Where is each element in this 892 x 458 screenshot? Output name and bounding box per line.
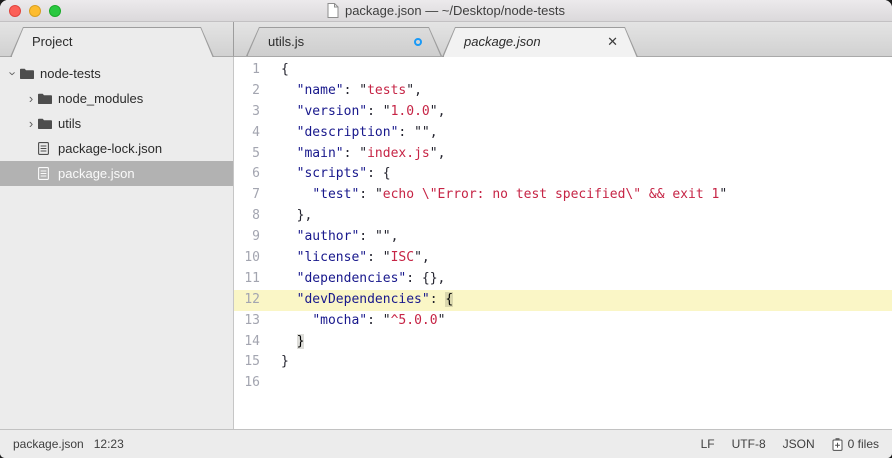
tree-item-label: package.json (58, 166, 135, 181)
code-text: "dependencies": {}, (296, 270, 446, 286)
files-count-group[interactable]: 0 files (832, 437, 879, 451)
tab-label: utils.js (268, 34, 305, 49)
status-bar: package.json 12:23 LF UTF-8 JSON 0 files (0, 429, 892, 458)
code-text: "main": "index.js", (296, 145, 446, 161)
line-number: 5 (252, 145, 260, 161)
tree-item-label: node_modules (58, 91, 144, 106)
line-number: 14 (244, 333, 260, 349)
line-number: 9 (252, 229, 260, 245)
encoding-indicator[interactable]: UTF-8 (732, 437, 766, 451)
line-number: 1 (252, 62, 260, 77)
tree-item-label: package-lock.json (58, 141, 163, 156)
code-line[interactable]: 15} (234, 352, 892, 373)
tree-item-utils[interactable]: › utils (0, 111, 233, 136)
chevron-right-icon[interactable]: › (24, 116, 38, 131)
tree-item-node-tests[interactable]: › node-tests (0, 61, 233, 86)
code-text: } (281, 354, 289, 370)
tree-item-package-lock.json[interactable]: package-lock.json (0, 136, 233, 161)
tab-package-json[interactable]: package.json ✕ (442, 27, 638, 57)
code-lines: 1{2 "name": "tests", 3 "version": "1.0.0"… (234, 60, 892, 394)
document-icon (327, 3, 339, 18)
traffic-lights (9, 5, 61, 17)
code-line[interactable]: 1{ (234, 60, 892, 81)
code-line[interactable]: 11 "dependencies": {}, (234, 269, 892, 290)
folder-icon (20, 68, 40, 79)
line-number: 16 (244, 375, 260, 391)
minimize-window-button[interactable] (29, 5, 41, 17)
code-text: } (296, 333, 305, 349)
folder-icon (38, 93, 58, 104)
file-icon (38, 167, 58, 180)
cursor-position: 12:23 (93, 437, 124, 451)
line-number: 11 (244, 270, 260, 286)
sidebar-tab-bar: Project (0, 22, 234, 57)
tree-item-package.json[interactable]: package.json (0, 161, 233, 186)
line-number: 12 (244, 291, 260, 307)
line-number: 10 (244, 250, 260, 266)
tree-item-label: node-tests (40, 66, 101, 81)
code-line[interactable]: 4 "description": "", (234, 123, 892, 144)
close-window-button[interactable] (9, 5, 21, 17)
code-line[interactable]: 7 "test": "echo \"Error: no test specifi… (234, 185, 892, 206)
status-file-name: package.json (13, 437, 84, 451)
line-number: 3 (252, 103, 260, 119)
line-number: 8 (252, 208, 260, 224)
tree-item-node_modules[interactable]: › node_modules (0, 86, 233, 111)
code-text: "license": "ISC", (296, 250, 430, 266)
zoom-window-button[interactable] (49, 5, 61, 17)
code-line[interactable]: 6 "scripts": { (234, 164, 892, 185)
chevron-down-icon[interactable]: › (6, 67, 21, 81)
line-number: 13 (244, 312, 260, 328)
code-text: "scripts": { (296, 166, 391, 182)
modified-indicator-icon (414, 37, 422, 46)
line-number: 6 (252, 166, 260, 182)
code-text: "author": "", (296, 229, 399, 245)
code-text: "mocha": "^5.0.0" (312, 312, 446, 328)
files-count-label: 0 files (847, 437, 879, 451)
code-editor[interactable]: 1{2 "name": "tests", 3 "version": "1.0.0"… (234, 57, 892, 429)
code-line[interactable]: 5 "main": "index.js", (234, 144, 892, 165)
close-tab-icon[interactable]: ✕ (607, 34, 618, 49)
code-text: "devDependencies": { (296, 291, 454, 307)
syntax-indicator[interactable]: JSON (783, 437, 815, 451)
line-ending-indicator[interactable]: LF (701, 437, 715, 451)
project-panel-tab[interactable]: Project (10, 27, 214, 57)
line-number: 4 (252, 124, 260, 140)
chevron-right-icon[interactable]: › (24, 91, 38, 106)
file-copy-icon (832, 437, 843, 451)
code-line[interactable]: 8 }, (234, 206, 892, 227)
code-line[interactable]: 10 "license": "ISC", (234, 248, 892, 269)
line-number: 15 (244, 354, 260, 370)
file-icon (38, 142, 58, 155)
code-text: "name": "tests", (296, 82, 422, 98)
code-text: "version": "1.0.0", (296, 103, 446, 119)
project-sidebar: › node-tests › node_modules › utils package-lo… (0, 57, 234, 429)
folder-icon (38, 118, 58, 129)
line-number: 7 (252, 187, 260, 203)
code-line[interactable]: 13 "mocha": "^5.0.0" (234, 311, 892, 332)
title-bar[interactable]: package.json — ~/Desktop/node-tests (0, 0, 892, 22)
tab-utils-js[interactable]: utils.js (246, 27, 442, 56)
code-text: { (281, 62, 289, 77)
window-title: package.json — ~/Desktop/node-tests (344, 3, 566, 18)
app-window: package.json — ~/Desktop/node-tests Proj… (0, 0, 892, 458)
line-number: 2 (252, 82, 260, 98)
code-text: "description": "", (296, 124, 438, 140)
code-line[interactable]: 12 "devDependencies": { (234, 289, 892, 311)
code-text: "test": "echo \"Error: no test specified… (312, 187, 728, 203)
file-tree: › node-tests › node_modules › utils package-lo… (0, 61, 233, 186)
tree-item-label: utils (58, 116, 82, 131)
code-line[interactable]: 16 (234, 373, 892, 394)
code-text: }, (281, 208, 313, 224)
editor-tab-bar: utils.js package.json ✕ (234, 22, 892, 57)
code-line[interactable]: 14 } (234, 332, 892, 353)
code-line[interactable]: 9 "author": "", (234, 227, 892, 248)
project-tab-label: Project (32, 34, 73, 49)
code-line[interactable]: 3 "version": "1.0.0", (234, 102, 892, 123)
code-line[interactable]: 2 "name": "tests", (234, 81, 892, 102)
